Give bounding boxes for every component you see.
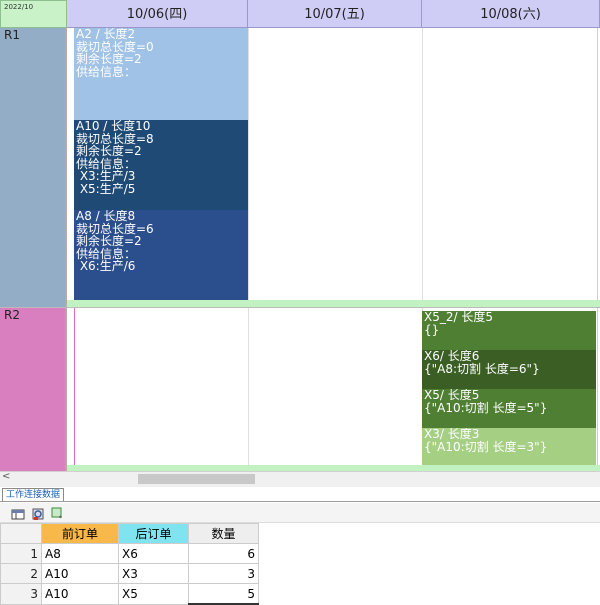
job-block-a8[interactable]: A8 / 长度8 裁切总长度=6 剩余长度=2 供给信息： X6:生产/6 <box>74 210 248 300</box>
job-text-line: 剩余长度=2 <box>76 144 142 158</box>
tab-strip <box>0 487 600 502</box>
tab-work-link-data[interactable]: 工作连接数据 <box>2 488 65 501</box>
horizontal-scrollbar[interactable] <box>0 471 600 487</box>
job-text-line: X5_2/ 长度5 <box>424 311 493 324</box>
resource-row-r2-label[interactable]: R2 <box>0 308 67 471</box>
job-text-line: {"A8:切割 长度=6"} <box>424 361 540 376</box>
current-time-line <box>74 308 75 471</box>
day-divider <box>248 28 249 471</box>
cell-quantity[interactable]: 6 <box>188 543 259 564</box>
job-text-line: {"A10:切割 长度=3"} <box>424 439 548 454</box>
row-number: 2 <box>0 563 42 584</box>
cell-next-order[interactable]: X6 <box>118 543 189 564</box>
table-row[interactable]: 2 A10 X3 3 <box>0 563 259 584</box>
table-row[interactable]: 1 A8 X6 6 <box>0 543 259 564</box>
cell-prev-order[interactable]: A10 <box>41 563 119 584</box>
calendar-month-label: 2022/10 <box>0 0 67 28</box>
row-divider <box>0 307 600 308</box>
job-text-line: {} <box>424 322 440 337</box>
day-header-1006[interactable]: 10/06(四) <box>67 0 248 28</box>
day-header-1008[interactable]: 10/08(六) <box>422 0 600 28</box>
cell-prev-order[interactable]: A8 <box>41 543 119 564</box>
job-block-a10[interactable]: A10 / 长度10 裁切总长度=8 剩余长度=2 供给信息： X3:生产/3 X5:… <box>74 120 248 210</box>
day-header-1007[interactable]: 10/07(五) <box>248 0 422 28</box>
job-text-line: 供给信息： <box>76 64 137 79</box>
row-number: 3 <box>0 583 42 605</box>
column-header-next-order[interactable]: 后订单 <box>118 523 189 544</box>
grid-toolbar <box>0 503 600 523</box>
scroll-left-arrow-icon[interactable]: < <box>2 471 10 482</box>
cell-quantity[interactable]: 3 <box>188 563 259 584</box>
cell-prev-order[interactable]: A10 <box>41 583 119 605</box>
job-text-line: A2 / 长度2 <box>76 28 136 41</box>
table-row[interactable]: 3 A10 X5 5 <box>0 583 259 605</box>
row-number: 1 <box>0 543 42 564</box>
job-text-line: X3:生产/3 <box>76 169 136 183</box>
job-text-line: X5:生产/5 <box>76 181 136 196</box>
day-divider <box>597 28 598 471</box>
job-text-line: {"A10:切割 长度=5"} <box>424 400 548 415</box>
job-text-line: X6:生产/6 <box>76 259 136 273</box>
grid-settings-icon[interactable] <box>11 506 25 520</box>
job-text-line: A10 / 长度10 <box>76 120 151 133</box>
job-block-a2[interactable]: A2 / 长度2 裁切总长度=0 剩余长度=2 供给信息： <box>74 28 248 120</box>
column-header-prev-order[interactable]: 前订单 <box>41 523 119 544</box>
column-header-quantity[interactable]: 数量 <box>188 523 259 544</box>
cell-next-order[interactable]: X5 <box>118 583 189 605</box>
svg-text:*: * <box>59 515 62 521</box>
cell-quantity[interactable]: 5 <box>188 583 259 605</box>
job-block-x5[interactable]: X5/ 长度5 {"A10:切割 长度=5"} <box>422 389 596 428</box>
resource-row-r1-label[interactable]: R1 <box>0 28 67 308</box>
job-text-line: X5/ 长度5 <box>424 389 480 402</box>
grid-refresh-icon[interactable] <box>31 506 45 520</box>
job-text-line: A8 / 长度8 <box>76 210 136 223</box>
scrollbar-thumb[interactable] <box>138 474 255 484</box>
grid-export-icon[interactable]: * <box>51 506 65 522</box>
job-text-line: X3/ 长度3 <box>424 428 480 441</box>
job-block-x5-2[interactable]: X5_2/ 长度5{} <box>422 311 596 350</box>
job-text-line: X6/ 长度6 <box>424 350 480 363</box>
work-link-table: 前订单 后订单 数量 1 A8 X6 6 2 A10 X3 3 3 A10 X5… <box>0 523 259 605</box>
job-text-line: 剩余长度=2 <box>76 234 142 248</box>
cell-next-order[interactable]: X3 <box>118 563 189 584</box>
row-number-header <box>0 523 42 544</box>
job-text-line: 剩余长度=2 <box>76 52 142 66</box>
job-block-x6[interactable]: X6/ 长度6 {"A8:切割 长度=6"} <box>422 350 596 389</box>
job-block-x3[interactable]: X3/ 长度3 {"A10:切割 长度=3"} <box>422 428 596 465</box>
